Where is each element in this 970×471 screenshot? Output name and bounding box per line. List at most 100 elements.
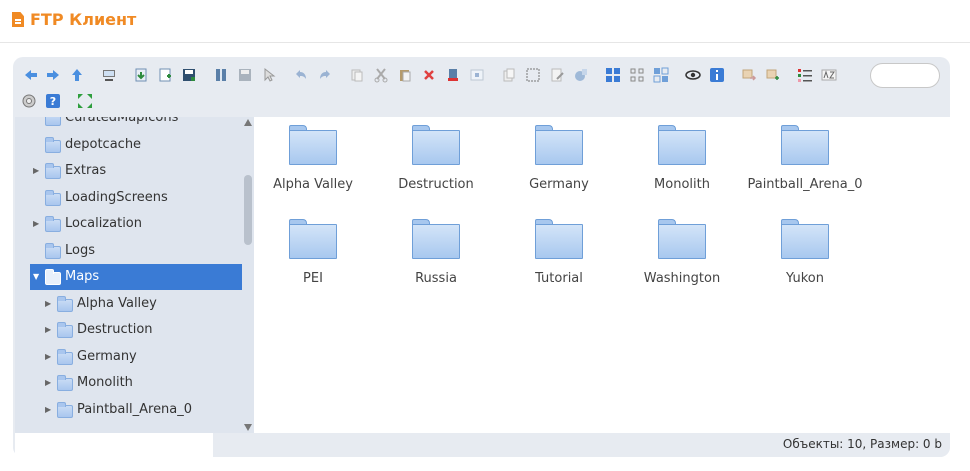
tree-item[interactable]: ▶ Monolith [15, 370, 242, 396]
info-icon[interactable] [709, 67, 725, 83]
tree-item-label: Maps [65, 269, 100, 284]
document-icon [12, 12, 24, 27]
tree-item[interactable]: CuratedMapIcons [15, 117, 242, 131]
copy-icon[interactable] [349, 67, 365, 83]
tree-item[interactable]: ▶ Destruction [15, 317, 242, 343]
tree-item-label: Extras [65, 163, 107, 178]
tree-item[interactable]: ▶ Localization [15, 211, 242, 237]
tree-item[interactable]: ▶ Extras [15, 158, 242, 184]
sort-icon[interactable] [797, 67, 813, 83]
collapsed-arrow-icon[interactable]: ▶ [45, 405, 53, 414]
folder-icon [45, 269, 61, 285]
folder-icon [57, 375, 73, 391]
duplicate-icon[interactable] [501, 67, 517, 83]
folder-name: Germany [529, 177, 589, 192]
scroll-down-icon[interactable] [244, 424, 252, 431]
undo-icon[interactable] [293, 67, 309, 83]
tree-item-label: Monolith [77, 375, 133, 390]
fullname-icon[interactable] [821, 67, 837, 83]
folder-item[interactable]: Germany [500, 117, 618, 197]
folder-item[interactable]: Russia [377, 211, 495, 291]
collapsed-arrow-icon[interactable]: ▶ [45, 326, 53, 334]
tree-item-label: Alpha Valley [77, 295, 157, 311]
folder-icon [535, 219, 583, 259]
delete-icon[interactable] [421, 67, 437, 83]
folder-icon [45, 136, 61, 153]
empty-icon[interactable] [445, 67, 461, 83]
tree-item[interactable]: LoadingScreens [15, 185, 242, 211]
download-icon[interactable] [133, 67, 149, 83]
tree-item[interactable]: ▶ Germany [15, 344, 242, 370]
scroll-thumb[interactable] [244, 175, 252, 245]
resize-icon[interactable] [469, 67, 485, 83]
view-icons-icon[interactable] [605, 67, 621, 83]
save-icon[interactable] [181, 67, 197, 83]
compress-icon[interactable] [765, 67, 781, 83]
help-icon[interactable]: ? [45, 93, 61, 109]
folder-icon [57, 322, 73, 338]
tree-item[interactable]: ▼ Maps [30, 264, 242, 290]
folder-icon [45, 163, 61, 179]
tree-item[interactable]: depotcache [15, 132, 242, 158]
expanded-arrow-icon[interactable]: ▼ [33, 273, 41, 281]
save-disk-icon[interactable] [237, 67, 253, 83]
scroll-up-icon[interactable] [244, 119, 252, 126]
folder-item[interactable]: Alpha Valley [254, 117, 372, 197]
file-grid: Alpha Valley Destruction Germany Monolith Pa… [254, 117, 950, 433]
folder-name: PEI [303, 271, 323, 286]
cut-icon[interactable] [373, 67, 389, 83]
rename-icon[interactable] [549, 67, 565, 83]
collapsed-arrow-icon[interactable]: ▶ [33, 220, 41, 228]
folder-icon [45, 117, 61, 126]
folder-item[interactable]: Paintball_Arena_0 [746, 117, 864, 197]
collapsed-arrow-icon[interactable]: ▶ [45, 299, 53, 308]
folder-item[interactable]: Yukon [746, 211, 864, 291]
collapsed-arrow-icon[interactable]: ▶ [45, 352, 53, 361]
tree-item-label: Destruction [77, 322, 153, 337]
tree-item-label: Germany [77, 348, 137, 364]
archive-icon[interactable] [573, 67, 589, 83]
forward-icon[interactable] [45, 67, 61, 83]
tree-item[interactable]: Logs [15, 238, 242, 264]
folder-name: Washington [643, 271, 721, 286]
folder-name: Paintball_Arena_0 [747, 177, 863, 192]
view-tiles-icon[interactable] [653, 67, 669, 83]
extract-icon[interactable] [741, 67, 757, 83]
folder-item[interactable]: Destruction [377, 117, 495, 197]
select-icon[interactable] [261, 67, 277, 83]
svg-text:?: ? [50, 95, 56, 108]
folder-name: Tutorial [535, 271, 583, 286]
tree-scrollbar[interactable] [242, 117, 254, 433]
tree-item-label: Logs [65, 242, 95, 258]
folder-icon [658, 125, 706, 165]
paste-icon[interactable] [397, 67, 413, 83]
status-text: Объекты: 10, Размер: 0 b [782, 437, 942, 451]
status-bar: Объекты: 10, Размер: 0 b [13, 433, 950, 457]
folder-icon [289, 125, 337, 165]
search-input[interactable] [870, 63, 940, 88]
settings-icon[interactable] [21, 93, 37, 109]
collapsed-arrow-icon[interactable]: ▶ [33, 167, 41, 175]
tree-item-label: LoadingScreens [65, 189, 168, 205]
upload-icon[interactable] [157, 67, 173, 83]
tree-item[interactable]: ▶ Alpha Valley [15, 291, 242, 317]
view-small-icons-icon[interactable] [629, 67, 645, 83]
tree-item-label: CuratedMapIcons [65, 117, 179, 125]
collapsed-arrow-icon[interactable]: ▶ [45, 379, 53, 387]
selectall-icon[interactable] [525, 67, 541, 83]
netmount-icon[interactable] [101, 67, 117, 83]
folder-item[interactable]: PEI [254, 211, 372, 291]
back-icon[interactable] [23, 67, 39, 83]
tree-item[interactable]: ▶ Paintball_Arena_0 [15, 397, 242, 423]
open-icon[interactable] [213, 67, 229, 83]
folder-icon [412, 125, 460, 165]
redo-icon[interactable] [317, 67, 333, 83]
fullscreen-icon[interactable] [77, 93, 93, 109]
folder-item[interactable]: Washington [623, 211, 741, 291]
folder-icon [535, 125, 583, 165]
folder-item[interactable]: Monolith [623, 117, 741, 197]
folder-item[interactable]: Tutorial [500, 211, 618, 291]
preview-icon[interactable] [685, 67, 701, 83]
folder-icon [45, 242, 61, 259]
up-icon[interactable] [69, 67, 85, 83]
